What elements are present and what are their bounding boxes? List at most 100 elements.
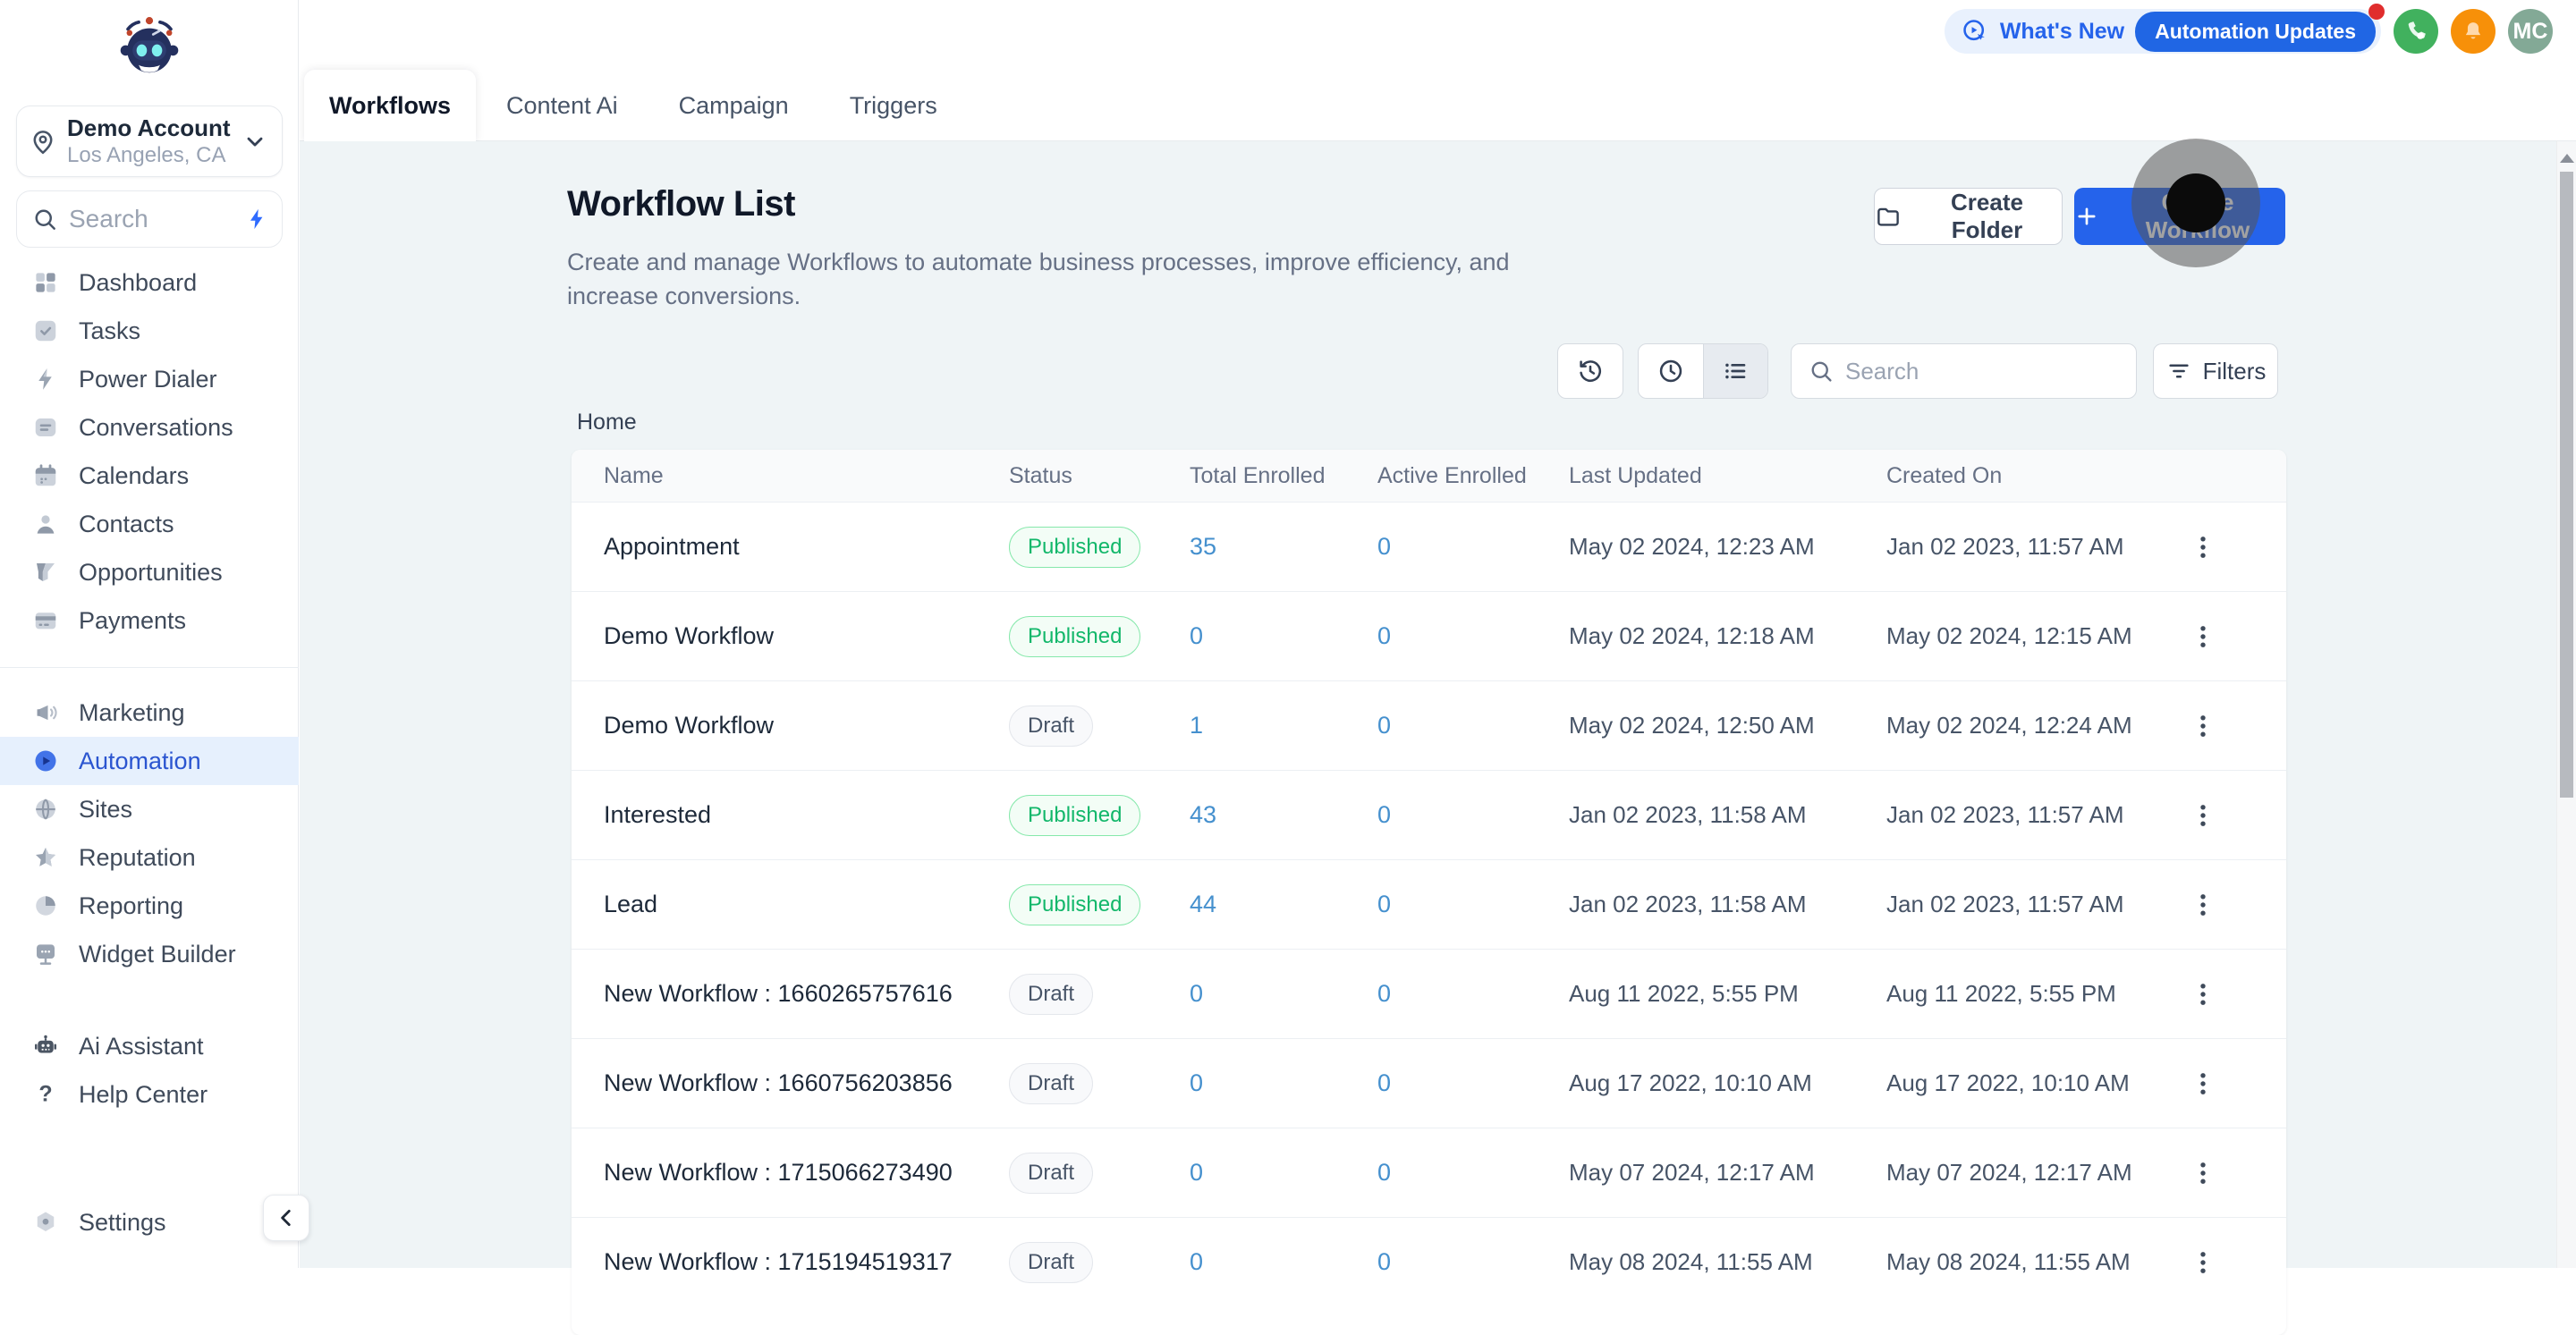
row-menu-button[interactable] [2182, 705, 2224, 748]
last-updated: May 02 2024, 12:23 AM [1569, 533, 1815, 560]
sidebar-item-label: Reputation [79, 843, 196, 871]
automation-updates-badge[interactable]: Automation Updates [2135, 11, 2376, 52]
tab-bar: Workflows Content Ai Campaign Triggers [304, 70, 968, 141]
sidebar-collapse-button[interactable] [263, 1195, 309, 1241]
row-menu-button[interactable] [2182, 526, 2224, 569]
sidebar-item-dashboard[interactable]: Dashboard [0, 258, 299, 307]
sidebar-item-widget-builder[interactable]: Widget Builder [0, 930, 299, 978]
table-row: Demo Workflow Draft 1 0 May 02 2024, 12:50 A… [572, 680, 2286, 770]
list-view-toggle[interactable] [1702, 344, 1767, 398]
widget-builder-icon [32, 941, 59, 967]
account-switcher[interactable]: Demo Account Los Angeles, CA [16, 106, 283, 177]
sidebar-item-reputation[interactable]: Reputation [0, 833, 299, 882]
sidebar-item-power-dialer[interactable]: Power Dialer [0, 355, 299, 403]
sidebar-item-label: Payments [79, 606, 187, 634]
scrollbar-up-arrow-icon[interactable] [2559, 154, 2574, 163]
recent-view-toggle[interactable] [1639, 344, 1703, 398]
active-enrolled-link[interactable]: 0 [1377, 622, 1569, 650]
phone-button[interactable] [2394, 9, 2438, 54]
total-enrolled-link[interactable]: 0 [1190, 1159, 1377, 1187]
whats-new-label: What's New [1999, 18, 2125, 44]
total-enrolled-link[interactable]: 0 [1190, 1248, 1377, 1276]
sidebar-item-ai-assistant[interactable]: Ai Assistant [0, 1022, 299, 1070]
row-menu-button[interactable] [2182, 883, 2224, 926]
sidebar-search-input[interactable] [69, 205, 233, 233]
workflow-name[interactable]: New Workflow : 1715194519317 [604, 1248, 1009, 1276]
status-badge: Published [1009, 794, 1141, 836]
workflow-search[interactable] [1791, 343, 2137, 399]
sidebar-item-tasks[interactable]: Tasks [0, 307, 299, 355]
total-enrolled-link[interactable]: 1 [1190, 712, 1377, 739]
sidebar-item-conversations[interactable]: Conversations [0, 403, 299, 452]
active-enrolled-link[interactable]: 0 [1377, 1159, 1569, 1187]
scrollbar-thumb[interactable] [2560, 172, 2573, 798]
sidebar-item-calendars[interactable]: Calendars [0, 452, 299, 500]
total-enrolled-link[interactable]: 44 [1190, 891, 1377, 918]
total-enrolled-link[interactable]: 0 [1190, 622, 1377, 650]
dashboard-icon [32, 269, 59, 296]
reporting-icon [32, 892, 59, 919]
tab-workflows[interactable]: Workflows [304, 70, 477, 141]
sidebar-search[interactable] [16, 190, 283, 248]
total-enrolled-link[interactable]: 43 [1190, 801, 1377, 829]
sidebar-item-reporting[interactable]: Reporting [0, 882, 299, 930]
active-enrolled-link[interactable]: 0 [1377, 1248, 1569, 1276]
sidebar-item-help-center[interactable]: ? Help Center [0, 1070, 299, 1119]
active-enrolled-link[interactable]: 0 [1377, 980, 1569, 1008]
active-enrolled-link[interactable]: 0 [1377, 801, 1569, 829]
workflow-name[interactable]: New Workflow : 1715066273490 [604, 1159, 1009, 1187]
row-menu-button[interactable] [2182, 1241, 2224, 1284]
total-enrolled-link[interactable]: 0 [1190, 980, 1377, 1008]
version-history-button[interactable] [1557, 343, 1623, 399]
sidebar-item-opportunities[interactable]: Opportunities [0, 548, 299, 596]
tab-content-ai[interactable]: Content Ai [476, 70, 648, 141]
workflow-name[interactable]: New Workflow : 1660756203856 [604, 1069, 1009, 1097]
table-row: Appointment Published 35 0 May 02 2024, 12:2… [572, 502, 2286, 591]
workflow-name[interactable]: Lead [604, 891, 1009, 918]
status-cell: Published [1009, 794, 1190, 836]
status-cell: Published [1009, 526, 1190, 568]
sidebar-item-label: Conversations [79, 413, 233, 441]
row-menu-button[interactable] [2182, 1152, 2224, 1195]
sidebar-item-marketing[interactable]: Marketing [0, 689, 299, 737]
tab-campaign[interactable]: Campaign [648, 70, 819, 141]
avatar[interactable]: MC [2508, 9, 2553, 54]
workflow-search-input[interactable] [1845, 357, 2120, 385]
status-cell: Draft [1009, 1062, 1190, 1104]
workflow-name[interactable]: Demo Workflow [604, 622, 1009, 650]
row-menu-button[interactable] [2182, 615, 2224, 658]
filters-button[interactable]: Filters [2153, 343, 2278, 399]
create-folder-button[interactable]: Create Folder [1874, 188, 2063, 245]
status-cell: Draft [1009, 1241, 1190, 1283]
sites-icon [32, 796, 59, 823]
contacts-icon [32, 511, 59, 537]
sidebar-item-settings[interactable]: Settings [0, 1198, 299, 1246]
notifications-button[interactable] [2451, 9, 2496, 54]
create-folder-label: Create Folder [1951, 189, 2023, 243]
phone-icon [2403, 19, 2428, 44]
sidebar-item-automation[interactable]: Automation [0, 737, 299, 785]
vertical-scrollbar[interactable] [2556, 141, 2576, 1268]
total-enrolled-link[interactable]: 0 [1190, 1069, 1377, 1097]
row-menu-button[interactable] [2182, 1062, 2224, 1105]
topbar-right: What's New Automation Updates MC [1944, 4, 2553, 55]
sidebar-item-contacts[interactable]: Contacts [0, 500, 299, 548]
sidebar-item-label: Opportunities [79, 558, 223, 586]
workflow-name[interactable]: New Workflow : 1660265757616 [604, 980, 1009, 1008]
active-enrolled-link[interactable]: 0 [1377, 712, 1569, 739]
status-badge: Draft [1009, 1062, 1094, 1104]
active-enrolled-link[interactable]: 0 [1377, 1069, 1569, 1097]
sidebar-item-payments[interactable]: Payments [0, 596, 299, 645]
row-menu-button[interactable] [2182, 973, 2224, 1016]
breadcrumb[interactable]: Home [577, 410, 637, 435]
active-enrolled-link[interactable]: 0 [1377, 533, 1569, 561]
total-enrolled-link[interactable]: 35 [1190, 533, 1377, 561]
whats-new-pill[interactable]: What's New Automation Updates [1944, 4, 2385, 54]
sidebar-item-sites[interactable]: Sites [0, 785, 299, 833]
row-menu-button[interactable] [2182, 794, 2224, 837]
workflow-name[interactable]: Interested [604, 801, 1009, 829]
tab-triggers[interactable]: Triggers [819, 70, 968, 141]
active-enrolled-link[interactable]: 0 [1377, 891, 1569, 918]
workflow-name[interactable]: Demo Workflow [604, 712, 1009, 739]
workflow-name[interactable]: Appointment [604, 533, 1009, 561]
